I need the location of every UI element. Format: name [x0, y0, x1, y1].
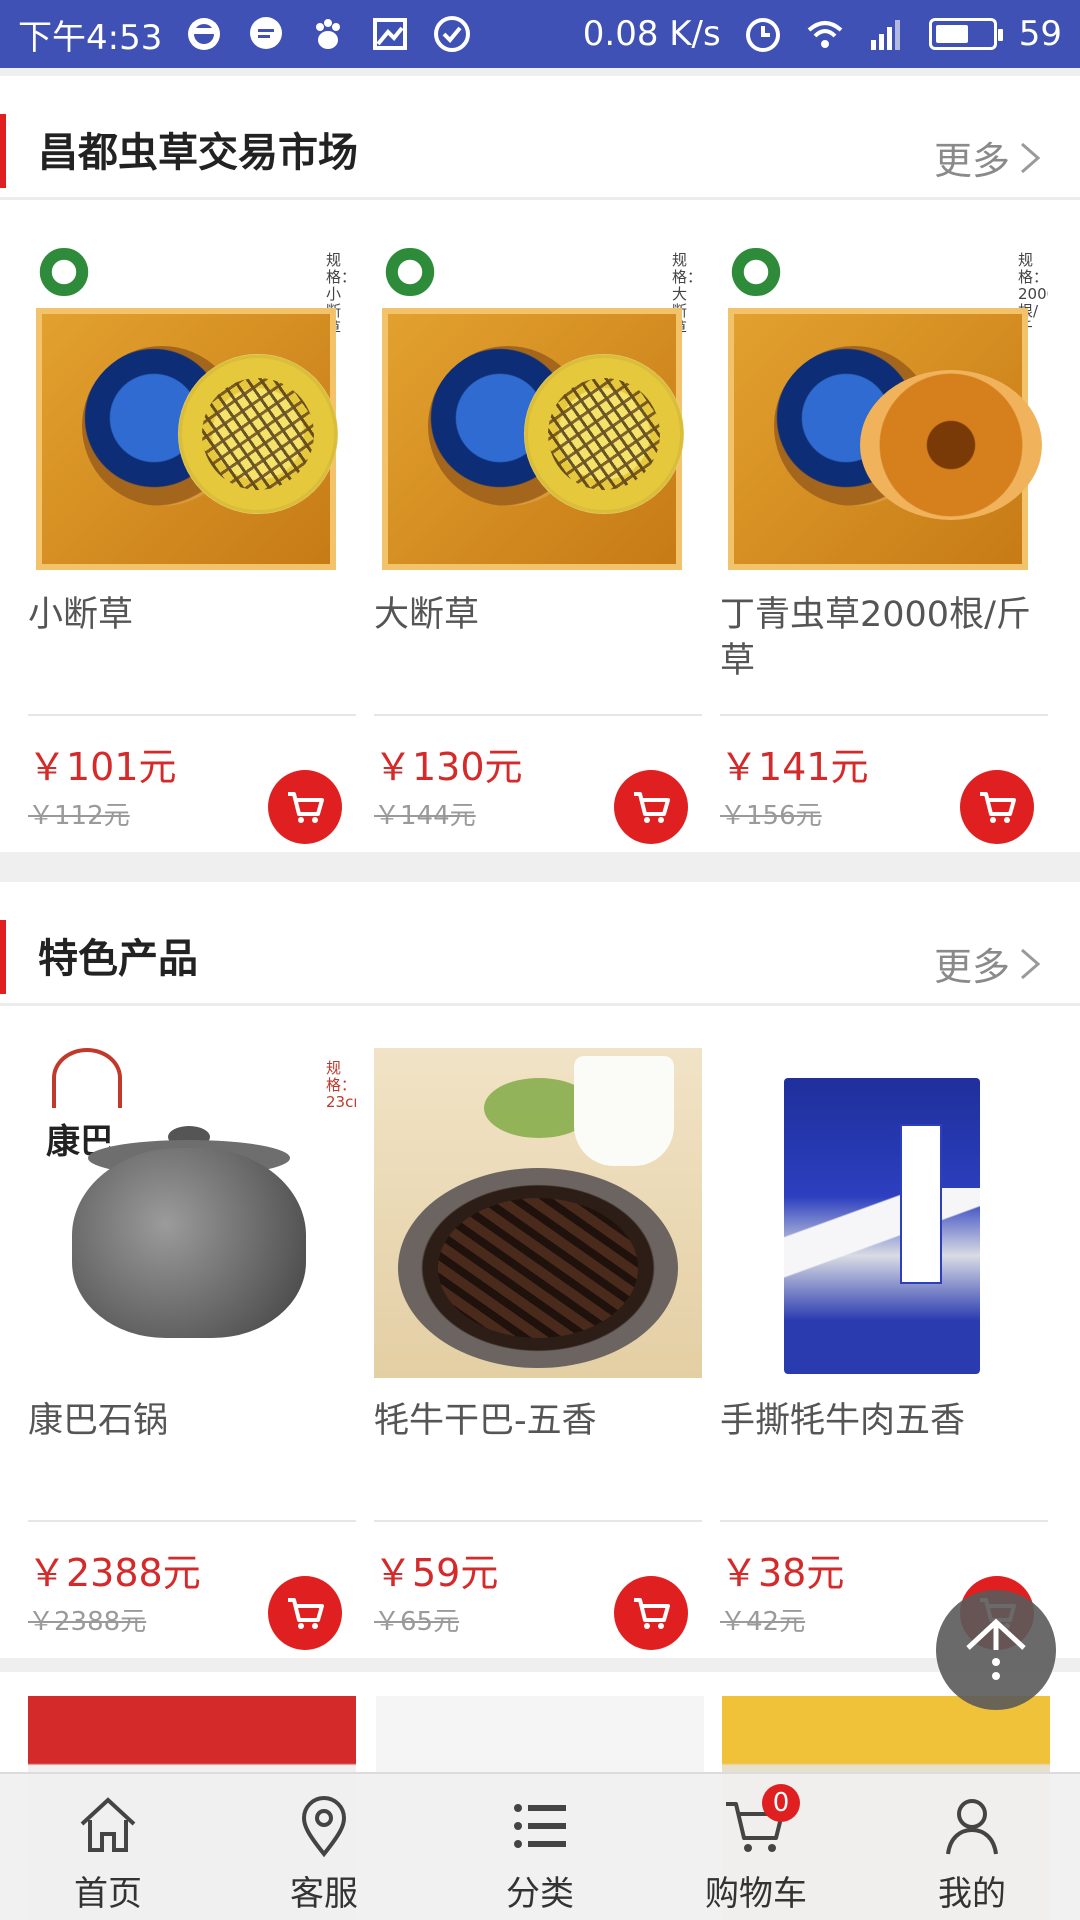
list-icon [514, 1804, 566, 1848]
bottom-navigation: 首页 客服 分类 0 购物车 我的 [0, 1772, 1080, 1920]
location-icon [301, 1796, 347, 1858]
battery-level [935, 25, 968, 43]
divider [28, 1520, 356, 1522]
add-to-cart-button[interactable] [614, 770, 688, 844]
product-image-stone-pot: 康巴 规格：23cm [28, 1048, 356, 1378]
home-icon [80, 1797, 136, 1852]
product-image-cordyceps-box: 规格：大断草 [374, 242, 702, 572]
arrow-up-icon [966, 1618, 1026, 1680]
divider [374, 1520, 702, 1522]
product-card[interactable]: 规格：大断草 大断草 ￥130元 ￥144元 [374, 242, 702, 844]
product-grid: 康巴 规格：23cm 康巴石锅 ￥2388元 ￥2388元 牦牛干巴-五香 [0, 1048, 1080, 1650]
section-accent-bar [0, 920, 6, 994]
section-header: 特色产品 更多 [0, 882, 1080, 1006]
nav-customer-service[interactable]: 客服 [216, 1774, 432, 1920]
scroll-to-top-button[interactable] [936, 1590, 1056, 1710]
product-card[interactable]: 规格：小断草 小断草 ￥101元 ￥112元 [28, 242, 356, 844]
nav-label: 我的 [938, 1874, 1006, 1914]
chevron-right-icon [1021, 948, 1041, 979]
more-link[interactable]: 更多 [934, 130, 1044, 185]
section-title: 昌都虫草交易市场 [38, 130, 358, 176]
user-icon [946, 1799, 998, 1855]
nav-label: 分类 [506, 1874, 574, 1914]
alarm-icon [743, 14, 783, 54]
cart-count-badge: 0 [762, 1784, 800, 1822]
image-icon [370, 14, 410, 54]
status-left: 下午4:53 [18, 10, 472, 59]
divider [720, 714, 1048, 716]
cart-icon [288, 1598, 324, 1629]
product-card[interactable]: 康巴 规格：23cm 康巴石锅 ￥2388元 ￥2388元 [28, 1048, 356, 1650]
nav-label: 购物车 [705, 1874, 807, 1914]
status-right: 0.08 K/s 59 [583, 14, 1062, 54]
divider [720, 1520, 1048, 1522]
battery-percent: 59 [1018, 14, 1062, 54]
brand-logo [52, 1048, 122, 1108]
brand-logo [32, 248, 96, 296]
network-speed: 0.08 K/s [582, 14, 721, 54]
product-name: 手撕牦牛肉五香 [720, 1401, 966, 1441]
status-time: 下午4:53 [18, 17, 163, 58]
section-featured-products: 特色产品 更多 康巴 规格：23cm 康巴石锅 ￥2388元 ￥2388元 [0, 882, 1080, 1658]
cart-icon [980, 792, 1016, 823]
app-screen: 下午4:53 0.08 K/s 59 昌都虫草交易市场 更多 规格：小 小断草 … [0, 0, 1080, 1920]
product-card[interactable]: 手撕牦牛肉五香 ￥38元 ￥42元 [720, 1048, 1048, 1650]
battery-icon [928, 18, 1003, 50]
chat-icon [246, 14, 286, 54]
section-header: 昌都虫草交易市场 更多 [0, 76, 1080, 200]
product-image-yak-meat-pack [720, 1048, 1048, 1378]
chevron-right-icon [1021, 142, 1041, 173]
product-image-cordyceps-box: 规格：小断草 [28, 242, 356, 572]
cart-icon [288, 792, 324, 823]
product-name: 小断草 [28, 595, 134, 635]
product-name: 康巴石锅 [28, 1401, 169, 1441]
paw-icon [308, 14, 348, 54]
product-card[interactable]: 规格：2000根/斤 丁青虫草2000根/斤草 ￥141元 ￥156元 [720, 242, 1048, 844]
product-card[interactable]: 牦牛干巴-五香 ￥59元 ￥65元 [374, 1048, 702, 1650]
add-to-cart-button[interactable] [268, 1576, 342, 1650]
more-label: 更多 [933, 945, 1010, 989]
section-cordyceps-market: 昌都虫草交易市场 更多 规格：小断草 小断草 ￥101元 ￥112元 [0, 76, 1080, 852]
divider [28, 714, 356, 716]
nav-profile[interactable]: 我的 [864, 1774, 1080, 1920]
section-accent-bar [0, 114, 6, 188]
check-icon [432, 14, 472, 54]
product-image-yak-jerky [374, 1048, 702, 1378]
nav-home[interactable]: 首页 [0, 1774, 216, 1920]
product-name: 牦牛干巴-五香 [374, 1401, 597, 1441]
product-name: 大断草 [374, 595, 480, 635]
status-bar: 下午4:53 0.08 K/s 59 [0, 0, 1080, 68]
divider [374, 714, 702, 716]
wifi-icon [805, 14, 845, 54]
brand-logo [724, 248, 788, 296]
more-label: 更多 [933, 139, 1010, 183]
nav-label: 客服 [290, 1874, 358, 1914]
cart-icon [634, 1598, 670, 1629]
product-name: 丁青虫草2000根/斤草 [720, 595, 1031, 681]
product-spec-label: 规格：23cm [326, 1059, 356, 1111]
cart-icon [634, 792, 670, 823]
add-to-cart-button[interactable] [268, 770, 342, 844]
section-title: 特色产品 [38, 936, 198, 982]
smile-icon [184, 14, 224, 54]
product-grid: 规格：小断草 小断草 ￥101元 ￥112元 规格：大断草 大断草 [0, 242, 1080, 844]
add-to-cart-button[interactable] [960, 770, 1034, 844]
add-to-cart-button[interactable] [614, 1576, 688, 1650]
product-image-cordyceps-tea: 规格：2000根/斤 [720, 242, 1048, 572]
brand-logo [378, 248, 442, 296]
nav-category[interactable]: 分类 [432, 1774, 648, 1920]
nav-label: 首页 [74, 1874, 142, 1914]
nav-cart[interactable]: 0 购物车 [648, 1774, 864, 1920]
more-link[interactable]: 更多 [934, 936, 1044, 991]
signal-icon [867, 14, 907, 54]
